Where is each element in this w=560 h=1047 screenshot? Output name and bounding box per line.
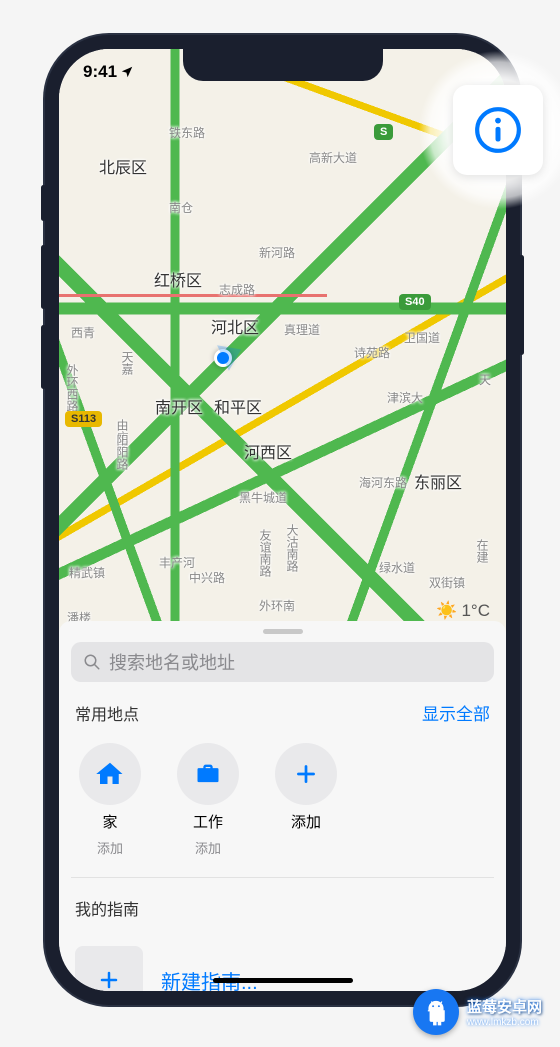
district-label: 和平区 (214, 394, 262, 418)
search-icon (83, 653, 101, 671)
info-icon (473, 105, 523, 155)
place-label: 铁东路 (169, 124, 205, 141)
briefcase-icon (177, 743, 239, 805)
district-label: 河北区 (211, 314, 259, 338)
district-label: 红桥区 (154, 267, 202, 291)
district-label: 东丽区 (414, 469, 462, 493)
favorites-title: 常用地点 (75, 701, 139, 725)
info-button[interactable] (453, 85, 543, 175)
watermark: 蓝莓安卓网 www.lmkzb.com (413, 989, 542, 1035)
place-label: 黑牛城道 (239, 489, 287, 506)
guides-header: 我的指南 (71, 878, 494, 930)
volume-down-button (41, 325, 46, 389)
place-label: 外环南 (259, 597, 295, 614)
place-label: 南仓 (169, 199, 193, 216)
favorite-sublabel: 添加 (97, 838, 123, 857)
weather-badge[interactable]: ☀️ 1°C (436, 601, 490, 621)
power-button (519, 255, 524, 355)
weather-temp: 1°C (461, 601, 490, 621)
place-label: 卫国道 (404, 329, 440, 346)
place-label: 在建 (474, 539, 491, 563)
favorites-header: 常用地点 显示全部 (71, 682, 494, 735)
notch (183, 49, 383, 81)
favorites-row: 家 添加 工作 添加 添加 (71, 735, 494, 878)
location-arrow-icon (120, 65, 134, 79)
place-label: 中兴路 (189, 569, 225, 586)
place-label: 志成路 (219, 281, 255, 298)
place-label: 精武镇 (69, 564, 105, 581)
favorite-label: 家 (102, 811, 117, 832)
district-label: 河西区 (244, 439, 292, 463)
place-label: 双街镇 (429, 574, 465, 591)
place-label: 高新大道 (309, 149, 357, 166)
road-shield-partial: S (374, 124, 393, 140)
sun-icon: ☀️ (436, 601, 457, 621)
map-traffic-red (59, 294, 506, 297)
road-shield-s40: S40 (399, 294, 431, 310)
watermark-url: www.lmkzb.com (467, 1017, 542, 1028)
volume-up-button (41, 245, 46, 309)
favorite-sublabel: 添加 (195, 838, 221, 857)
plus-icon (275, 743, 337, 805)
place-label: 新河路 (259, 244, 295, 261)
home-icon (79, 743, 141, 805)
show-all-link[interactable]: 显示全部 (422, 700, 490, 725)
place-label: 真理道 (284, 321, 320, 338)
favorite-work[interactable]: 工作 添加 (173, 743, 243, 857)
search-input[interactable]: 搜索地名或地址 (71, 642, 494, 682)
district-label: 南开区 (155, 394, 203, 418)
info-callout-magnified (418, 50, 560, 210)
android-icon (413, 989, 459, 1035)
bottom-sheet[interactable]: 搜索地名或地址 常用地点 显示全部 家 添加 (59, 621, 506, 991)
side-button (41, 185, 46, 221)
place-label: 天 (479, 371, 491, 388)
place-label: 大沽南路 (284, 524, 301, 572)
place-label: 津滨大 (387, 389, 423, 406)
road-shield-s113: S113 (65, 411, 102, 427)
search-placeholder: 搜索地名或地址 (109, 649, 235, 675)
sheet-grabber[interactable] (263, 629, 303, 634)
home-indicator[interactable] (213, 978, 353, 983)
place-label: 友谊南路 (257, 529, 274, 577)
guides-title: 我的指南 (75, 896, 139, 920)
place-label: 绿水道 (379, 559, 415, 576)
favorite-label: 添加 (291, 811, 321, 832)
place-label: 天嘉 (119, 351, 136, 375)
place-label: 海河东路 (359, 474, 407, 491)
status-time: 9:41 (83, 62, 134, 82)
district-label: 北辰区 (99, 154, 147, 178)
favorite-label: 工作 (193, 811, 223, 832)
favorite-add[interactable]: 添加 (271, 743, 341, 857)
place-label: 阳阳路 (114, 434, 131, 470)
place-label: 西青 (71, 324, 95, 341)
place-label: 诗苑路 (354, 344, 390, 361)
watermark-text: 蓝莓安卓网 (467, 996, 542, 1017)
favorite-home[interactable]: 家 添加 (75, 743, 145, 857)
place-label: 外环西路 (64, 364, 81, 412)
time-text: 9:41 (83, 62, 117, 82)
user-location-dot (214, 349, 232, 367)
plus-icon (75, 946, 143, 991)
